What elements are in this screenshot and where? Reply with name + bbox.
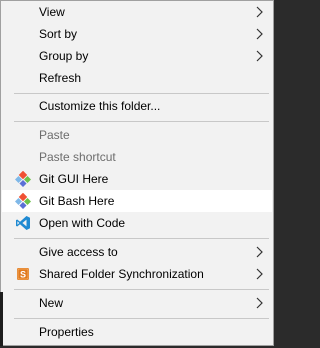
chevron-right-icon — [256, 268, 263, 280]
menu-item-open-with-code[interactable]: Open with Code — [2, 212, 272, 234]
shared-folder-sync-icon: S — [17, 268, 29, 280]
chevron-right-icon — [256, 28, 263, 40]
menu-item-label: Sort by — [39, 27, 78, 41]
menu-separator — [14, 93, 269, 94]
menu-item-shared-folder-sync[interactable]: S Shared Folder Synchronization — [2, 263, 272, 285]
menu-item-sort-by[interactable]: Sort by — [2, 23, 272, 45]
vscode-icon — [16, 216, 30, 230]
menu-item-label: Give access to — [39, 245, 118, 259]
context-menu: View Sort by Group by Refresh Customize … — [0, 0, 274, 346]
menu-item-git-gui-here[interactable]: Git GUI Here — [2, 168, 272, 190]
menu-item-properties[interactable]: Properties — [2, 321, 272, 343]
menu-item-git-bash-here[interactable]: Git Bash Here — [2, 190, 272, 212]
menu-item-label: New — [39, 296, 64, 310]
menu-item-refresh[interactable]: Refresh — [2, 67, 272, 89]
menu-item-paste-shortcut: Paste shortcut — [2, 146, 272, 168]
chevron-right-icon — [256, 50, 263, 62]
chevron-right-icon — [256, 6, 263, 18]
menu-item-group-by[interactable]: Group by — [2, 45, 272, 67]
menu-separator — [14, 238, 269, 239]
chevron-right-icon — [256, 246, 263, 258]
menu-item-view[interactable]: View — [2, 1, 272, 23]
menu-item-label: Refresh — [39, 71, 82, 85]
menu-item-customize-folder[interactable]: Customize this folder... — [2, 95, 272, 117]
menu-separator — [14, 289, 269, 290]
menu-separator — [14, 318, 269, 319]
menu-item-paste: Paste — [2, 124, 272, 146]
menu-separator — [14, 121, 269, 122]
menu-item-give-access-to[interactable]: Give access to — [2, 241, 272, 263]
menu-item-label: Group by — [39, 49, 89, 63]
menu-item-label: Paste — [39, 128, 70, 142]
menu-item-label: Git Bash Here — [39, 194, 115, 208]
menu-item-label: Git GUI Here — [39, 172, 109, 186]
menu-item-label: Paste shortcut — [39, 150, 116, 164]
menu-item-label: Open with Code — [39, 216, 126, 230]
menu-item-label: Customize this folder... — [39, 99, 161, 113]
menu-item-label: View — [39, 5, 65, 19]
git-bash-icon — [15, 193, 31, 209]
menu-item-label: Shared Folder Synchronization — [39, 267, 204, 281]
chevron-right-icon — [256, 297, 263, 309]
background-window-edge — [0, 292, 3, 346]
svg-text:S: S — [20, 270, 26, 280]
menu-item-new[interactable]: New — [2, 292, 272, 314]
menu-item-label: Properties — [39, 325, 94, 339]
git-gui-icon — [15, 171, 31, 187]
